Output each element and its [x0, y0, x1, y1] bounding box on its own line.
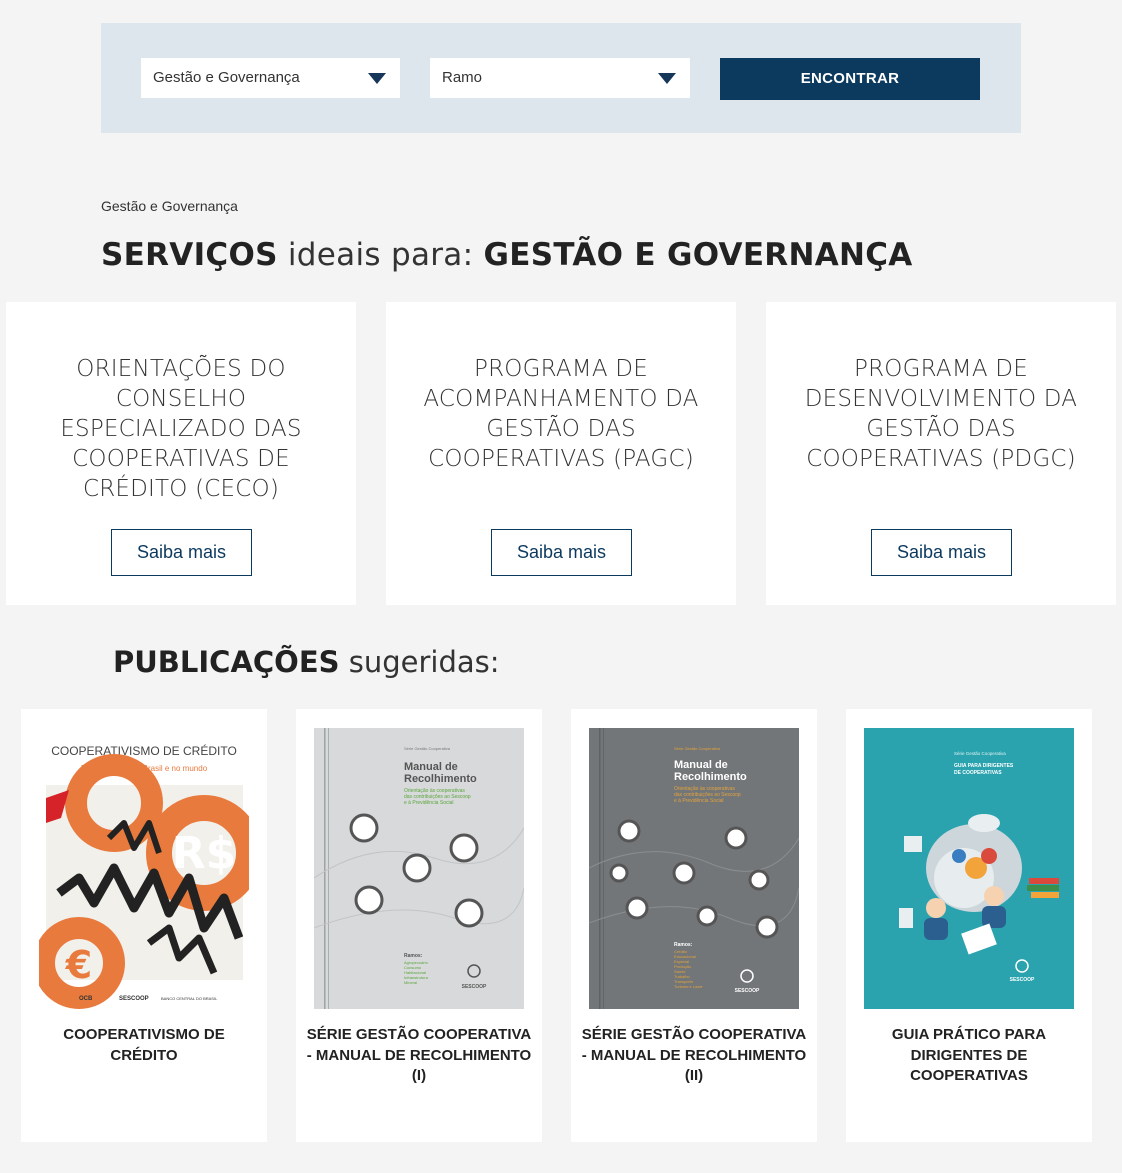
services-heading-bold: SERVIÇOS	[101, 237, 278, 273]
service-card: PROGRAMA DE DESENVOLVIMENTO DA GESTÃO DA…	[766, 302, 1116, 605]
publications-heading-bold: PUBLICAÇÕES	[113, 645, 340, 679]
cover-logo: SESCOOP	[735, 988, 760, 994]
publications-heading: PUBLICAÇÕES sugeridas:	[113, 645, 500, 679]
publication-card[interactable]: Série Gestão Cooperativa Manual de Recol…	[571, 709, 817, 1142]
publication-card[interactable]: Série Gestão Cooperativa Manual de Recol…	[296, 709, 542, 1142]
svg-text:DE COOPERATIVAS: DE COOPERATIVAS	[954, 770, 1002, 776]
cover-series: Série Gestão Cooperativa	[404, 746, 451, 751]
learn-more-button[interactable]: Saiba mais	[111, 529, 252, 576]
publication-card[interactable]: COOPERATIVISMO DE CRÉDITO Boas práticas …	[21, 709, 267, 1142]
publication-cover[interactable]: Série Gestão Cooperativa GUIA PARA DIRIG…	[864, 728, 1074, 1009]
publication-title: GUIA PRÁTICO PARA DIRIGENTES DE COOPERAT…	[891, 1026, 1047, 1084]
service-card-title: PROGRAMA DE ACOMPANHAMENTO DA GESTÃO DAS…	[423, 356, 699, 472]
svg-text:€: €	[65, 943, 92, 987]
find-button[interactable]: ENCONTRAR	[720, 58, 980, 100]
svg-text:GUIA PARA DIRIGENTES: GUIA PARA DIRIGENTES	[954, 763, 1014, 769]
svg-text:Recolhimento: Recolhimento	[674, 771, 747, 783]
svg-text:Manual de: Manual de	[404, 761, 458, 773]
chevron-down-icon	[368, 73, 386, 84]
cover-logo: SESCOOP	[462, 984, 487, 990]
svg-text:R$: R$	[172, 828, 237, 879]
cover-logo: SESCOOP	[1010, 977, 1035, 983]
cover-footer-ocb: OCB	[79, 996, 93, 1002]
publication-title: COOPERATIVISMO DE CRÉDITO	[63, 1026, 225, 1064]
publication-card[interactable]: Série Gestão Cooperativa GUIA PARA DIRIG…	[846, 709, 1092, 1142]
learn-more-button[interactable]: Saiba mais	[491, 529, 632, 576]
theme-select-value: Gestão e Governança	[153, 69, 300, 86]
cover-footer-bcb: BANCO CENTRAL DO BRASIL	[161, 996, 218, 1001]
services-heading-topic: GESTÃO E GOVERNANÇA	[483, 237, 913, 273]
branch-select-value: Ramo	[442, 69, 483, 86]
publication-cover[interactable]: COOPERATIVISMO DE CRÉDITO Boas práticas …	[39, 728, 249, 1009]
filter-bar: Gestão e Governança Ramo ENCONTRAR	[101, 23, 1021, 133]
services-heading: SERVIÇOS ideais para: GESTÃO E GOVERNANÇ…	[101, 237, 913, 273]
cover-footer-sescoop: SESCOOP	[119, 996, 149, 1002]
publication-title: SÉRIE GESTÃO COOPERATIVA - MANUAL DE REC…	[581, 1026, 807, 1084]
svg-text:e à Previdência Social: e à Previdência Social	[674, 798, 723, 804]
cover-ramos-label: Ramos:	[404, 953, 423, 959]
publication-cover[interactable]: Série Gestão Cooperativa Manual de Recol…	[589, 728, 799, 1009]
services-heading-light: ideais para:	[277, 237, 484, 273]
publications-heading-light: sugeridas:	[339, 645, 500, 679]
service-card-title: ORIENTAÇÕES DO CONSELHO ESPECIALIZADO DA…	[60, 356, 302, 502]
cover-ramos-label: Ramos:	[674, 942, 693, 948]
service-card: ORIENTAÇÕES DO CONSELHO ESPECIALIZADO DA…	[6, 302, 356, 605]
cover-heading: COOPERATIVISMO DE CRÉDITO	[51, 743, 237, 758]
theme-select[interactable]: Gestão e Governança	[141, 58, 400, 98]
branch-select[interactable]: Ramo	[430, 58, 690, 98]
chevron-down-icon	[658, 73, 676, 84]
cover-series: Série Gestão Cooperativa	[674, 746, 721, 751]
cover-series: Série Gestão Cooperativa	[954, 751, 1006, 756]
learn-more-button[interactable]: Saiba mais	[871, 529, 1012, 576]
svg-text:Manual de: Manual de	[674, 759, 728, 771]
publication-cover[interactable]: Série Gestão Cooperativa Manual de Recol…	[314, 728, 524, 1009]
svg-text:Recolhimento: Recolhimento	[404, 773, 477, 785]
service-card: PROGRAMA DE ACOMPANHAMENTO DA GESTÃO DAS…	[386, 302, 736, 605]
svg-text:e à Previdência Social: e à Previdência Social	[404, 800, 453, 806]
publication-title: SÉRIE GESTÃO COOPERATIVA - MANUAL DE REC…	[306, 1026, 532, 1084]
breadcrumb: Gestão e Governança	[101, 198, 238, 214]
cover-ramo: Mineral	[404, 980, 417, 985]
service-card-title: PROGRAMA DE DESENVOLVIMENTO DA GESTÃO DA…	[804, 356, 1078, 472]
cover-ramo: Turismo e Lazer	[674, 984, 703, 989]
